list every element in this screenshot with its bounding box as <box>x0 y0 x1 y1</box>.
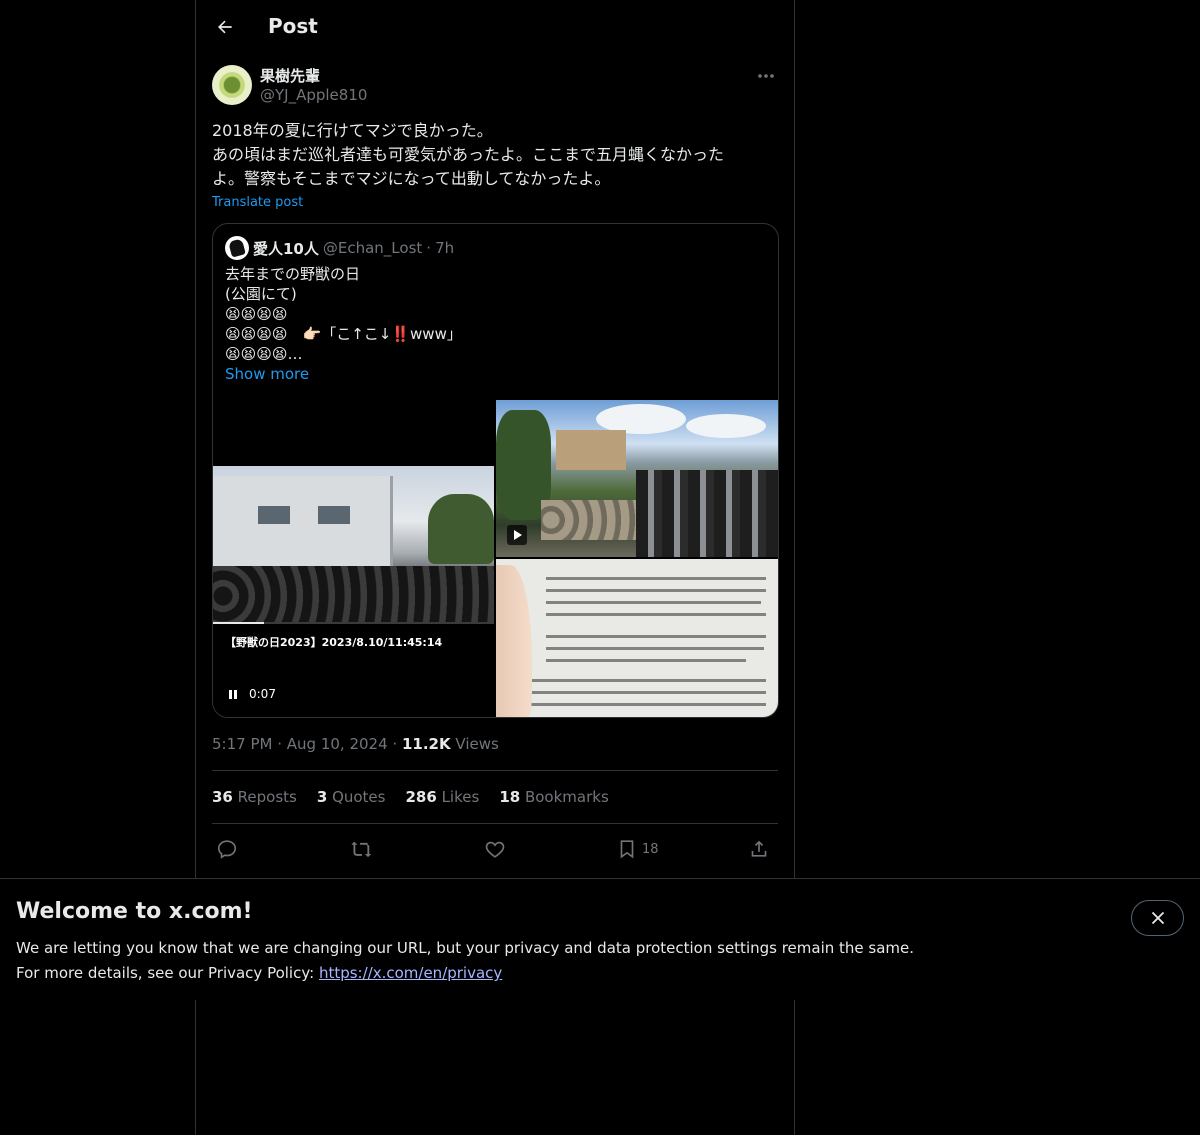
bookmarks-stat[interactable]: 18 Bookmarks <box>499 788 608 806</box>
quoted-post-time: 7h <box>435 239 455 257</box>
bookmark-icon <box>620 840 634 859</box>
quoted-avatar <box>225 236 249 260</box>
quoted-post-text: 去年までの野獣の日 (公園にて) 😫😫😫😫 😫😫😫😫 👉🏻「こ↑こ↓‼️www」… <box>225 265 462 363</box>
share-button[interactable] <box>748 836 770 862</box>
post-stats: 36 Reposts 3 Quotes 286 Likes 18 Bookmar… <box>212 788 609 806</box>
quoted-author-name: 愛人10人 <box>253 239 319 258</box>
close-icon <box>1151 911 1164 925</box>
translate-post-button[interactable]: Translate post <box>212 195 303 210</box>
banner-line-2: For more details, see our Privacy Policy… <box>16 961 914 986</box>
media-image-park[interactable] <box>496 400 778 557</box>
privacy-policy-link[interactable]: https://x.com/en/privacy <box>319 964 502 982</box>
media-image-notice[interactable] <box>496 559 778 717</box>
bookmarks-count: 18 <box>499 788 521 806</box>
post-date[interactable]: Aug 10, 2024 <box>287 735 388 753</box>
share-icon <box>751 840 767 857</box>
quotes-label: Quotes <box>332 788 386 806</box>
video-caption: 【野獣の日2023】2023/8.10/11:45:14 <box>225 636 443 649</box>
views-count: 11.2K <box>401 735 451 753</box>
close-banner-button[interactable] <box>1131 900 1184 936</box>
banner-title: Welcome to x.com! <box>16 899 253 924</box>
video-timestamp: 0:07 <box>249 687 276 701</box>
video-frame[interactable] <box>213 466 494 624</box>
divider <box>212 770 778 771</box>
likes-count: 286 <box>405 788 437 806</box>
reposts-label: Reposts <box>237 788 297 806</box>
banner-line-2-prefix: For more details, see our Privacy Policy… <box>16 964 319 982</box>
quoted-post-header: 愛人10人 @Echan_Lost · 7h <box>225 236 454 260</box>
like-button[interactable] <box>484 836 506 862</box>
reposts-stat[interactable]: 36 Reposts <box>212 788 297 806</box>
more-horizontal-icon <box>758 74 774 78</box>
quoted-post[interactable]: 愛人10人 @Echan_Lost · 7h 去年までの野獣の日 (公園にて) … <box>212 223 779 718</box>
post-meta: 5:17 PM · Aug 10, 2024 · 11.2K Views <box>212 735 499 753</box>
page-title: Post <box>268 14 318 38</box>
author-display-name[interactable]: 果樹先輩 <box>260 65 320 86</box>
views-label: Views <box>455 735 499 753</box>
author-handle[interactable]: @YJ_Apple810 <box>260 86 367 104</box>
banner-line-1: We are letting you know that we are chan… <box>16 939 915 957</box>
show-more-link[interactable]: Show more <box>225 365 309 383</box>
like-icon <box>485 841 505 858</box>
arrow-left-icon <box>218 20 232 34</box>
repost-icon <box>351 841 372 858</box>
reply-button[interactable] <box>216 836 238 862</box>
video-player[interactable]: 【野獣の日2023】2023/8.10/11:45:14 0:07 <box>213 400 494 717</box>
bookmarks-label: Bookmarks <box>524 788 609 806</box>
likes-stat[interactable]: 286 Likes <box>405 788 479 806</box>
back-button[interactable] <box>208 10 242 44</box>
likes-label: Likes <box>441 788 480 806</box>
pause-icon[interactable] <box>229 688 241 700</box>
play-icon <box>507 525 527 545</box>
repost-button[interactable] <box>350 836 372 862</box>
url-change-banner: Welcome to x.com! We are letting you kno… <box>0 878 1200 1000</box>
separator-dot: · <box>426 239 432 257</box>
post-header: Post <box>196 0 794 53</box>
post-time[interactable]: 5:17 PM <box>212 735 272 753</box>
action-bar: 18 <box>212 836 778 862</box>
bookmark-button[interactable]: 18 <box>616 836 659 862</box>
post-author: 果樹先輩 @YJ_Apple810 <box>212 64 778 108</box>
reposts-count: 36 <box>212 788 233 806</box>
quotes-stat[interactable]: 3 Quotes <box>317 788 386 806</box>
divider <box>212 823 778 824</box>
banner-text: We are letting you know that we are chan… <box>16 936 914 986</box>
more-options-button[interactable] <box>754 66 778 86</box>
bookmark-count: 18 <box>642 841 659 857</box>
reply-icon <box>217 840 237 859</box>
quotes-count: 3 <box>316 788 328 806</box>
post-text: 2018年の夏に行けてマジで良かった。 あの頃はまだ巡礼者達も可愛気があったよ。… <box>212 121 725 188</box>
quoted-author-handle: @Echan_Lost <box>322 239 423 257</box>
video-progress-bar[interactable] <box>213 622 494 624</box>
media-grid: 【野獣の日2023】2023/8.10/11:45:14 0:07 <box>213 400 778 717</box>
avatar[interactable] <box>212 65 252 105</box>
